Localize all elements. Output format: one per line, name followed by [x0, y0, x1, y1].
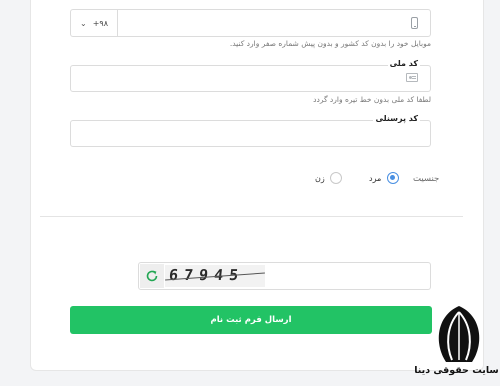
captcha-image: 67945 — [165, 265, 265, 287]
phone-hint: موبایل خود را بدون کد کشور و بدون پیش شم… — [229, 39, 431, 48]
submit-button[interactable]: ارسال فرم ثبت نام — [70, 306, 432, 334]
divider — [40, 216, 463, 217]
mobile-icon — [411, 17, 418, 29]
gender-female-label[interactable]: زن — [315, 174, 325, 183]
personnel-code-field[interactable] — [70, 120, 431, 147]
gender-female-radio[interactable] — [330, 172, 342, 184]
national-id-hint: لطفا کد ملی بدون خط تیره وارد گردد — [313, 95, 431, 104]
country-code-value: +۹۸ — [92, 18, 108, 28]
gender-male-radio[interactable] — [387, 172, 399, 184]
country-code-select[interactable]: ⌄ +۹۸ — [71, 10, 118, 36]
personnel-code-label: کد پرسنلی — [373, 114, 420, 123]
gender-label: جنسیت — [413, 174, 440, 184]
id-card-icon — [406, 73, 418, 82]
national-id-field[interactable] — [70, 65, 431, 92]
chevron-down-icon: ⌄ — [80, 18, 87, 28]
national-id-label: کد ملی — [387, 59, 420, 68]
watermark-text: سایت حقوقی دینا — [414, 365, 499, 376]
captcha-field[interactable]: 67945 — [138, 262, 431, 290]
phone-input[interactable] — [118, 10, 404, 36]
phone-field[interactable]: ⌄ +۹۸ — [70, 9, 431, 37]
gender-group: جنسیت مرد زن — [0, 170, 500, 190]
gender-male-label[interactable]: مرد — [369, 174, 381, 183]
watermark-logo — [438, 306, 480, 362]
refresh-icon — [146, 270, 158, 282]
captcha-refresh-button[interactable] — [140, 264, 164, 288]
